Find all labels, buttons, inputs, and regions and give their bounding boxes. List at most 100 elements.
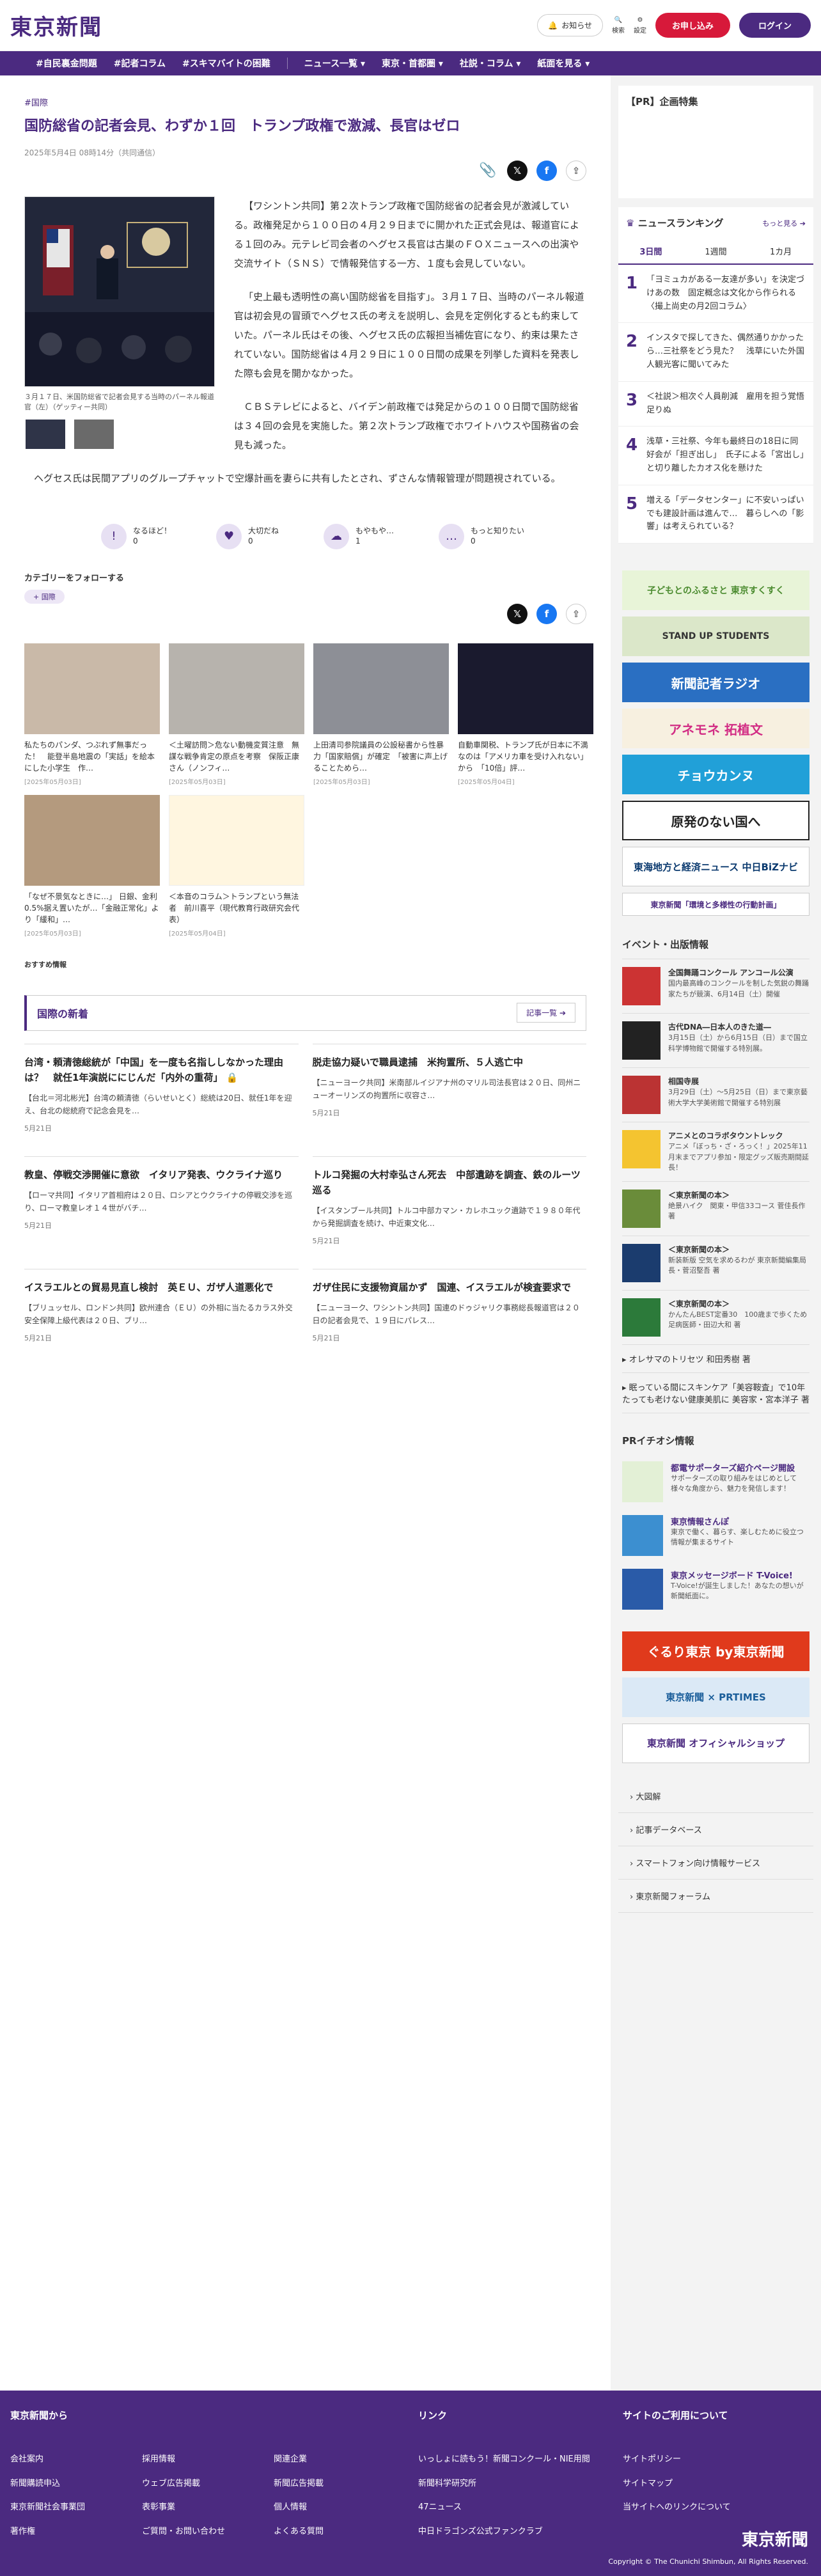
- reaction-taisetsu[interactable]: ♥ 大切だね 0: [216, 523, 279, 549]
- footer-link[interactable]: 個人情報: [274, 2495, 418, 2520]
- search-button[interactable]: 🔍 検索: [612, 17, 625, 35]
- banner-official-shop[interactable]: 東京新聞 オフィシャルショップ: [622, 1723, 809, 1763]
- ranking-more-link[interactable]: もっと見る ➔: [762, 218, 806, 228]
- banner-choukanu[interactable]: チョウカンヌ: [622, 755, 809, 795]
- event-item[interactable]: 相国寺展 3月29日（土）～5月25日（日）まで東京藝術大学大学美術館で開催する特…: [622, 1067, 809, 1122]
- ranking-item[interactable]: 2 インスタで探してきた、偶然通りかかったら…三社祭をどう見た？ 浅草にいた外国人…: [618, 323, 813, 382]
- footer-link[interactable]: いっしょに読もう！新聞コンクール・NIE用閲: [418, 2447, 623, 2472]
- footer-link[interactable]: サイトポリシー: [623, 2447, 731, 2472]
- banner-anemone[interactable]: アネモネ 拓植文: [622, 709, 809, 749]
- related-card[interactable]: 自動車関税、トランプ氏が日本に不満なのは「アメリカ車を受け入れない」から 「10…: [458, 643, 593, 786]
- news-item[interactable]: 脱走協力疑いで職員逮捕 米拘置所、５人逃亡中 【ニューヨーク共同】米南部ルイジアナ…: [312, 1043, 586, 1156]
- footer-link[interactable]: 著作権: [10, 2520, 142, 2544]
- footer-logo[interactable]: 東京新聞: [742, 2527, 808, 2550]
- x-share-icon[interactable]: 𝕏: [507, 160, 528, 181]
- footer-link[interactable]: 会社案内: [10, 2447, 142, 2472]
- share-icon[interactable]: ⇪: [566, 603, 586, 624]
- news-item[interactable]: トルコ発掘の大村幸弘さん死去 中部遺跡を調査、鉄のルーツ巡る 【イスタンブール共同…: [312, 1156, 586, 1269]
- footer-link[interactable]: 中日ドラゴンズ公式ファンクラブ: [418, 2520, 623, 2544]
- related-card[interactable]: ＜土曜訪問＞危ない動機変質注意 無謀な戦争肯定の原点を考察 保阪正康さん（ノンフ…: [169, 643, 304, 786]
- banner-gururi-tokyo[interactable]: ぐるり東京 by東京新聞: [622, 1631, 809, 1671]
- pr-info-item[interactable]: 東京情報さんぽ 東京で働く、暮らす、楽しむために役立つ情報が集まるサイト: [622, 1509, 809, 1562]
- event-link[interactable]: ▸ オレサマのトリセツ 和田秀樹 著: [622, 1344, 809, 1373]
- ranking-item[interactable]: 3 ＜社説＞相次ぐ人員削減 雇用を担う覚悟足りぬ: [618, 382, 813, 427]
- footer-link[interactable]: サイトマップ: [623, 2472, 731, 2496]
- footer-link[interactable]: よくある質問: [274, 2520, 418, 2544]
- banner-radio[interactable]: 新聞記者ラジオ: [622, 663, 809, 703]
- ranking-item[interactable]: 1 「ヨミュカがある一友達が多い」を決定づけあの数 固定概念は文化から作られる〈撮…: [618, 265, 813, 324]
- share-icon[interactable]: ⇪: [566, 160, 586, 181]
- event-item[interactable]: ＜東京新聞の本＞ かんたんBEST定番30 100歳まで歩くため 足病医師・田辺大…: [622, 1289, 814, 1344]
- sidebar-link[interactable]: › スマートフォン向け情報サービス: [618, 1846, 813, 1880]
- reaction-naruhodo[interactable]: ! なるほど！ 0: [101, 523, 171, 549]
- notice-button[interactable]: 🔔 お知らせ: [537, 14, 603, 36]
- related-card[interactable]: 私たちのパンダ、つぶれず無事だった！ 能登半島地震の「実話」を絵本にした小学生 …: [24, 643, 160, 786]
- event-item[interactable]: ＜東京新聞の本＞ 絶景ハイク 関東・甲信33コース 菅佳長作 著: [622, 1181, 809, 1236]
- x-share-icon[interactable]: 𝕏: [507, 603, 528, 624]
- nav-item-sukima[interactable]: #スキマバイトの困難: [182, 57, 270, 70]
- tab-1week[interactable]: 1週間: [684, 239, 749, 263]
- tab-3days[interactable]: 3日間: [618, 239, 684, 263]
- nav-item-news[interactable]: ニュース一覧 ▾: [304, 57, 365, 70]
- event-item[interactable]: 古代DNA―日本人のきた道― 3月15日（土）から6月15日（日）まで国立科学博物…: [622, 1013, 809, 1067]
- news-item[interactable]: 教皇、停戦交渉開催に意欲 イタリア発表、ウクライナ巡り 【ローマ共同】イタリア首相…: [24, 1156, 299, 1269]
- event-link[interactable]: ▸ 眠っている間にスキンケア「美容鞍査」で10年たっても老けない健康美肌に 美容…: [622, 1373, 809, 1413]
- related-card[interactable]: 「なぜ不景気なときに…」 日銀、金利0.5%据え置いたが…「金融正常化」より「緩…: [24, 794, 160, 938]
- ranking-item[interactable]: 4 浅草・三社祭、今年も最終日の18日に同好会が「担ぎ出し」 氏子による「宮出し」…: [618, 427, 813, 485]
- footer-link[interactable]: ご質問・お問い合わせ: [142, 2520, 274, 2544]
- clip-icon[interactable]: 📎: [478, 160, 498, 181]
- footer-link[interactable]: 47ニュース: [418, 2495, 623, 2520]
- footer-col: 採用情報 ウェブ広告掲載 表彰事業 ご質問・お問い合わせ: [142, 2447, 274, 2544]
- banner-no-nuclear[interactable]: 原発のない国へ: [622, 801, 809, 841]
- news-item[interactable]: ガザ住民に支援物資届かず 国連、イスラエルが検査要求で 【ニューヨーク、ワシントン…: [312, 1268, 586, 1381]
- nav-item-tokyo[interactable]: 東京・首都圏 ▾: [382, 57, 443, 70]
- banner-biz-navi[interactable]: 東海地方と経済ニュース 中日BiZナビ: [622, 847, 809, 887]
- footer-link[interactable]: 表彰事業: [142, 2495, 274, 2520]
- subscribe-button[interactable]: お申し込み: [655, 13, 730, 38]
- footer-link[interactable]: 新聞科学研究所: [418, 2472, 623, 2496]
- footer-link[interactable]: 東京新聞社会事業団: [10, 2495, 142, 2520]
- facebook-share-icon[interactable]: f: [536, 160, 557, 181]
- sidebar-link[interactable]: › 記事データベース: [618, 1813, 813, 1846]
- follow-tag-kokusai[interactable]: + 国際: [24, 589, 65, 604]
- related-card[interactable]: 上田清司参院議員の公設秘書から性暴力「国家賠償」が確定 「被害に声上げることため…: [313, 643, 449, 786]
- settings-button[interactable]: ⚙ 設定: [634, 17, 646, 35]
- related-card[interactable]: ＜本音のコラム＞トランプという無法者 前川喜平（現代教育行政研究会代表） [202…: [169, 794, 304, 938]
- reaction-motto[interactable]: … もっと知りたい 0: [439, 523, 524, 549]
- tab-1month[interactable]: 1カ月: [748, 239, 813, 263]
- article-photo[interactable]: [24, 196, 215, 387]
- recommend-label: おすすめ情報: [24, 960, 66, 969]
- nav-item-column[interactable]: #記者コラム: [114, 57, 166, 70]
- nav-item-editorial[interactable]: 社説・コラム ▾: [460, 57, 520, 70]
- banner-diversity[interactable]: 東京新聞「環境と多様性の行動計画」: [622, 893, 809, 916]
- footer-link[interactable]: 新聞購読申込: [10, 2472, 142, 2496]
- login-button[interactable]: ログイン: [739, 13, 811, 38]
- ranking-item[interactable]: 5 増える「データセンター」に不安いっぱいでも建設計画は進んで… 暮らしへの「影響…: [618, 485, 813, 544]
- intl-more-button[interactable]: 記事一覧 ➔: [517, 1003, 575, 1023]
- nav-item-paper[interactable]: 紙面を見る ▾: [537, 57, 590, 70]
- event-item[interactable]: ＜東京新聞の本＞ 新装新版 空気を求めるわが 東京新聞編集局長・菅沼堅吾 著: [622, 1235, 809, 1290]
- pr-info-item[interactable]: 東京メッセージボード T-Voice! T-Voice!が誕生しました！あなたの想…: [622, 1562, 809, 1616]
- facebook-share-icon[interactable]: f: [536, 603, 557, 624]
- thumbnail-2[interactable]: [73, 418, 115, 450]
- footer-link[interactable]: 新聞広告掲載: [274, 2472, 418, 2496]
- reaction-moyamoya[interactable]: ☁ もやもや… 1: [324, 523, 394, 549]
- banner-stand-up-students[interactable]: STAND UP STUDENTS: [622, 617, 809, 657]
- site-logo[interactable]: 東京新聞: [10, 10, 102, 41]
- sidebar-link[interactable]: › 東京新聞フォーラム: [618, 1880, 813, 1913]
- footer-link[interactable]: 当サイトへのリンクについて: [623, 2495, 731, 2520]
- banner-sukusuku[interactable]: 子どもとのふるさと 東京すくすく: [622, 570, 809, 611]
- news-item[interactable]: イスラエルとの貿易見直し検討 英ＥＵ、ガザ人道悪化で 【ブリュッセル、ロンドン共同…: [24, 1268, 299, 1381]
- footer-link[interactable]: 採用情報: [142, 2447, 274, 2472]
- category-crumb[interactable]: #国際: [24, 98, 48, 108]
- event-item[interactable]: アニメとのコラボタウントレック アニメ「ぼっち・ざ・ろっく！」2025年11月末ま…: [622, 1122, 809, 1181]
- event-item[interactable]: 全国舞踊コンクール アンコール公演 国内最高峰のコンクールを制した気鋭の舞踊家たち…: [622, 959, 809, 1013]
- footer-link[interactable]: 関連企業: [274, 2447, 418, 2472]
- pr-info-item[interactable]: 都電サポーターズ紹介ページ開設 サポーターズの取り組みをはじめとして様々な角度から…: [622, 1455, 809, 1509]
- sidebar-link[interactable]: › 大図解: [618, 1780, 813, 1813]
- thumbnail-1[interactable]: [24, 418, 66, 450]
- news-item[interactable]: 台湾・頼清徳総統が「中国」を一度も名指ししなかった理由は？ 就任1年演説ににじん…: [24, 1043, 299, 1156]
- banner-prtimes[interactable]: 東京新聞 × PRTIMES: [622, 1677, 809, 1717]
- nav-item-uragane[interactable]: #自民裏金問題: [36, 57, 97, 70]
- footer-link[interactable]: ウェブ広告掲載: [142, 2472, 274, 2496]
